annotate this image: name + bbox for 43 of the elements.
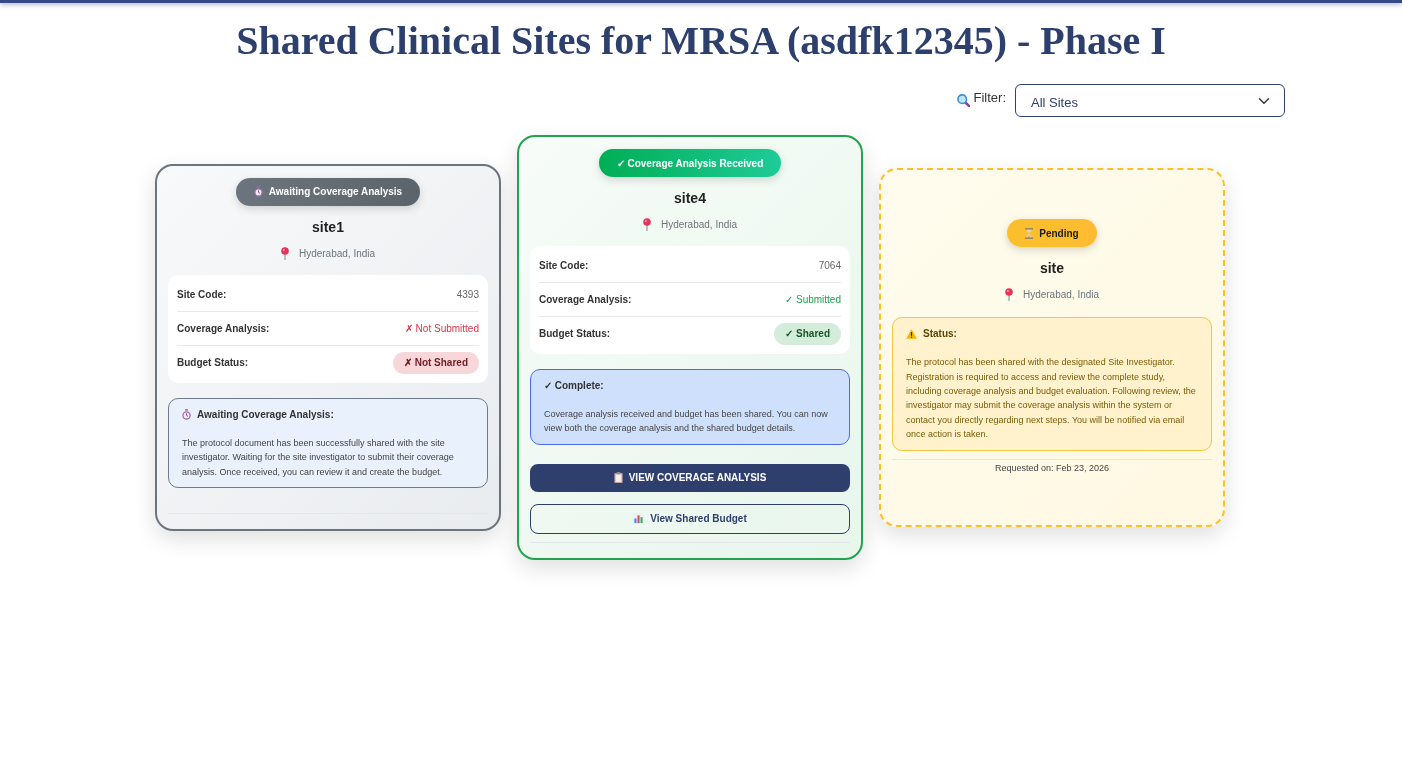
detail-value: ✓ Submitted [785,293,841,306]
status-text: Pending [1039,226,1079,241]
location-text: Hyderabad, India [660,218,738,232]
status-text: Awaiting Coverage Analysis [268,185,403,200]
site-name: site [1038,259,1066,278]
detail-label: Budget Status: [539,327,611,340]
budget-status-tag: ✗ Not Shared [392,351,479,374]
stopwatch-icon [253,186,263,198]
note-text: Coverage analysis received and budget has been shared. You can now view both the coverage analysis and the shared budget details. [544,408,829,436]
note-title: Awaiting Coverage Analysis: [197,407,334,422]
page-title: Shared Clinical Sites for MRSA (asdfk12345) - Phase I [235,18,1167,64]
action-button[interactable]: VIEW COVERAGE ANALYSIS [530,463,850,492]
detail-label: Coverage Analysis: [177,321,270,335]
filter-label: Filter: [973,88,1006,107]
note-title: ✓ Complete: [544,379,604,393]
detail-value: ✗ Not Submitted [404,321,479,335]
note-title: Status: [923,327,957,342]
warning-icon [906,329,917,340]
bar-chart-icon [633,513,645,525]
pin-icon [642,218,651,231]
clipboard-icon [613,472,623,484]
detail-value: 7064 [818,259,841,272]
note-text: The protocol has been shared with the designated Site Investigator. Registration is required to access and review the complete study, including coverage analysis and budget evaluation. Following review, the investigator may submit the coverage analysis within the system or contact you directly regarding next steps. You will be notified via email once action is taken. [906,356,1197,442]
detail-label: Budget Status: [177,355,249,369]
detail-value: 4393 [456,287,479,301]
detail-label: Coverage Analysis: [539,293,632,306]
detail-label: Site Code: [177,287,227,301]
location-text: Hyderabad, India [1022,288,1100,303]
budget-status-tag: ✓ Shared [774,323,841,345]
site-name: site1 [311,217,345,236]
stopwatch-icon [182,409,191,421]
note-text: The protocol document has been successfully shared with the site investigator. Waiting for the site investigator to submit their coverage analysis. Once received, you can review it and create the budget. [182,436,455,479]
location-text: Hyderabad, India [298,246,376,261]
pin-icon [280,246,289,260]
request-date-text: Requested on: Feb 23, 2026 [994,462,1110,473]
search-icon [956,94,970,107]
status-text: ✓ Coverage Analysis Received [616,156,764,171]
site-name: site4 [673,189,707,207]
hourglass-icon [1025,227,1034,239]
pin-icon [1004,288,1013,302]
detail-label: Site Code: [539,259,589,272]
filter-select[interactable]: All Sites [1015,84,1285,117]
action-button[interactable]: View Shared Budget [530,503,850,534]
